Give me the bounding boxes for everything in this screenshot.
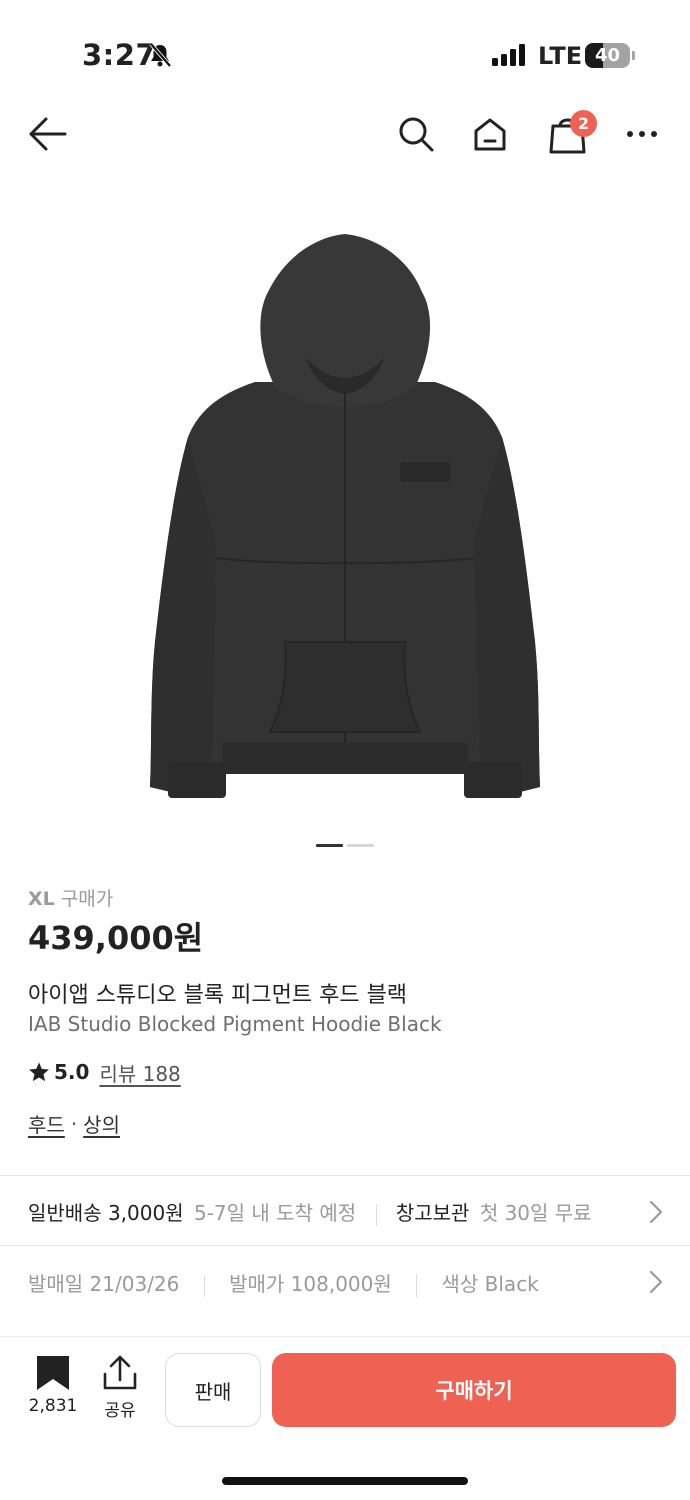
divider bbox=[0, 1175, 690, 1176]
bell-slash-icon bbox=[149, 42, 172, 68]
breadcrumb: 후드 · 상의 bbox=[28, 1109, 120, 1138]
rating: 5.0 리뷰 188 bbox=[28, 1058, 181, 1086]
product-image[interactable] bbox=[130, 222, 560, 822]
carousel-dot bbox=[347, 844, 374, 847]
signal-icon bbox=[492, 44, 525, 66]
chevron-right-icon[interactable] bbox=[649, 1270, 663, 1294]
buy-button[interactable]: 구매하기 bbox=[272, 1353, 676, 1427]
size-label: XL bbox=[28, 888, 55, 910]
color-info: 색상 Black bbox=[441, 1272, 539, 1296]
review-link[interactable]: 리뷰 188 bbox=[99, 1058, 180, 1087]
shipping-eta: 5-7일 내 도착 예정 bbox=[193, 1201, 357, 1225]
battery-level: 40 bbox=[594, 45, 621, 66]
status-time: 3:27 bbox=[82, 38, 157, 72]
sell-button[interactable]: 판매 bbox=[165, 1353, 261, 1427]
star-icon bbox=[29, 1062, 49, 1082]
storage-label: 창고보관 bbox=[395, 1201, 470, 1225]
shipping-label: 일반배송 3,000원 bbox=[28, 1201, 184, 1225]
row-separator bbox=[203, 1274, 205, 1297]
size-price-label: XL 구매가 bbox=[28, 884, 113, 911]
cart-count-badge: 2 bbox=[570, 110, 597, 137]
network-type: LTE bbox=[538, 42, 583, 70]
storage-note: 첫 30일 무료 bbox=[479, 1201, 592, 1225]
battery-icon: 40 bbox=[585, 43, 630, 68]
product-name-korean: 아이앱 스튜디오 블록 피그먼트 후드 블랙 bbox=[28, 983, 408, 1008]
more-options-icon[interactable] bbox=[622, 122, 662, 146]
divider bbox=[0, 1245, 690, 1246]
category-hood-link[interactable]: 후드 bbox=[28, 1109, 65, 1138]
battery-nub bbox=[632, 51, 635, 60]
price-label: 구매가 bbox=[60, 888, 114, 910]
share-label: 공유 bbox=[104, 1401, 136, 1421]
delivery-row[interactable]: 일반배송 3,000원 5-7일 내 도착 예정 창고보관 첫 30일 무료 bbox=[28, 1197, 668, 1226]
release-date: 발매일 21/03/26 bbox=[28, 1272, 180, 1296]
bookmark-count: 2,831 bbox=[28, 1396, 78, 1416]
product-name-english: IAB Studio Blocked Pigment Hoodie Black bbox=[28, 1012, 442, 1036]
row-separator bbox=[416, 1274, 418, 1297]
category-top-link[interactable]: 상의 bbox=[83, 1109, 120, 1138]
search-icon[interactable] bbox=[396, 114, 436, 154]
category-separator: · bbox=[70, 1111, 78, 1136]
rating-value: 5.0 bbox=[54, 1060, 90, 1084]
release-info-row[interactable]: 발매일 21/03/26 발매가 108,000원 색상 Black bbox=[28, 1268, 668, 1297]
release-price: 발매가 108,000원 bbox=[229, 1272, 392, 1296]
back-arrow-icon[interactable] bbox=[26, 114, 70, 154]
chevron-right-icon[interactable] bbox=[649, 1200, 663, 1224]
carousel-dot-active bbox=[316, 844, 343, 847]
row-separator bbox=[376, 1203, 378, 1226]
price: 439,000원 bbox=[28, 919, 204, 957]
product-page: 3:27 LTE 40 2 XL 구매가 439,000원 아이앱 스튜디오 블… bbox=[0, 0, 690, 1500]
home-indicator[interactable] bbox=[222, 1477, 468, 1485]
home-icon[interactable] bbox=[470, 114, 510, 154]
